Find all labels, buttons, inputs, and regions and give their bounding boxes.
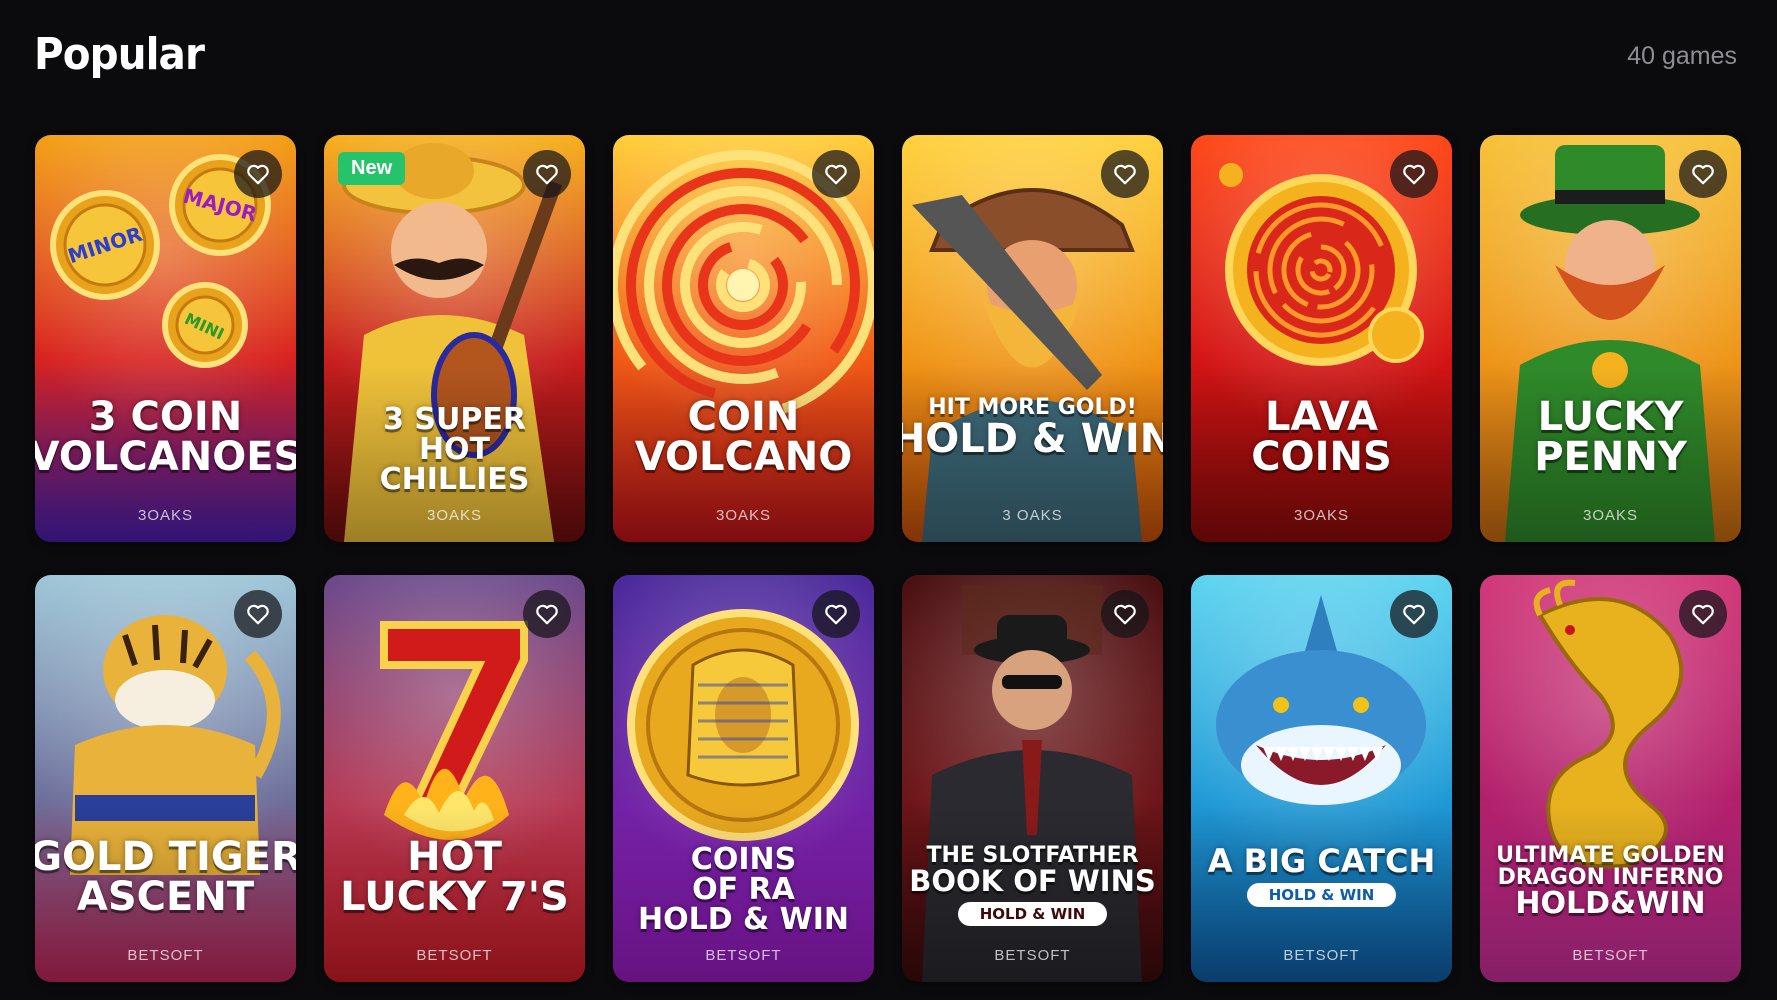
favorite-button[interactable] bbox=[1390, 150, 1438, 198]
game-title: ULTIMATE GOLDEN DRAGON INFERNO HOLD&WIN bbox=[1480, 845, 1741, 919]
game-provider: BETSOFT bbox=[1572, 947, 1649, 964]
game-card[interactable]: LAVA COINS 3OAKS bbox=[1191, 135, 1452, 542]
game-card[interactable]: HIT MORE GOLD! HOLD & WIN 3 OAKS bbox=[902, 135, 1163, 542]
game-title: THE SLOTFATHER BOOK OF WINS HOLD & WIN bbox=[902, 845, 1163, 926]
favorite-button[interactable] bbox=[234, 150, 282, 198]
game-card[interactable]: THE SLOTFATHER BOOK OF WINS HOLD & WIN BETS… bbox=[902, 575, 1163, 982]
heart-icon bbox=[1692, 164, 1714, 185]
game-provider: BETSOFT bbox=[1283, 947, 1360, 964]
games-grid: MINOR MAJOR MINI 3 COIN VOLCANOES 3OAKS New 3 S… bbox=[35, 135, 1741, 982]
heart-icon bbox=[247, 604, 269, 625]
game-title-line: LUCKY bbox=[1537, 394, 1684, 440]
heart-icon bbox=[1403, 604, 1425, 625]
game-title-line: VOLCANO bbox=[634, 434, 853, 480]
popular-games-page: Popular 40 games MINOR MAJOR MINI 3 COIN VOL… bbox=[0, 0, 1777, 1000]
heart-icon bbox=[1114, 604, 1136, 625]
favorite-button[interactable] bbox=[1679, 590, 1727, 638]
game-card[interactable]: GOLD TIGER ASCENT BETSOFT bbox=[35, 575, 296, 982]
game-title-line: LAVA bbox=[1265, 394, 1378, 440]
game-title: HIT MORE GOLD! HOLD & WIN bbox=[902, 397, 1163, 462]
section-title: Popular bbox=[34, 28, 205, 80]
favorite-button[interactable] bbox=[1101, 150, 1149, 198]
game-provider: 3 OAKS bbox=[1002, 507, 1063, 524]
favorite-button[interactable] bbox=[812, 150, 860, 198]
hold-and-win-pill: HOLD & WIN bbox=[957, 902, 1108, 926]
game-provider: 3OAKS bbox=[1582, 507, 1639, 524]
game-provider: 3OAKS bbox=[1293, 507, 1350, 524]
game-title: COIN VOLCANO bbox=[613, 397, 874, 477]
game-title-line: HOLD & WIN bbox=[902, 416, 1163, 462]
game-title-line: 3 SUPER bbox=[383, 402, 526, 437]
game-title: 3 COIN VOLCANOES bbox=[35, 397, 296, 477]
game-card[interactable]: LUCKY PENNY 3OAKS bbox=[1480, 135, 1741, 542]
favorite-button[interactable] bbox=[812, 590, 860, 638]
game-title: A BIG CATCH HOLD & WIN bbox=[1191, 845, 1452, 907]
favorite-button[interactable] bbox=[1101, 590, 1149, 638]
heart-icon bbox=[247, 164, 269, 185]
favorite-button[interactable] bbox=[1390, 590, 1438, 638]
game-title-line: 3 COIN bbox=[88, 394, 243, 440]
game-card[interactable]: New 3 SUPER HOT CHILLIES 3OAKS bbox=[324, 135, 585, 542]
heart-icon bbox=[1114, 164, 1136, 185]
game-title-line: ULTIMATE GOLDEN bbox=[1496, 843, 1725, 868]
game-provider: 3OAKS bbox=[137, 507, 194, 524]
game-title: GOLD TIGER ASCENT bbox=[35, 837, 296, 917]
game-card[interactable]: HOT LUCKY 7'S BETSOFT bbox=[324, 575, 585, 982]
game-title-line: HOT bbox=[418, 432, 491, 467]
new-badge: New bbox=[338, 152, 406, 185]
game-title: LUCKY PENNY bbox=[1480, 397, 1741, 477]
game-title-line: HOT bbox=[407, 834, 502, 880]
game-title-line: GOLD TIGER bbox=[35, 834, 296, 880]
hold-and-win-pill: HOLD & WIN bbox=[1246, 883, 1397, 907]
heart-icon bbox=[1692, 604, 1714, 625]
game-title: 3 SUPER HOT CHILLIES bbox=[324, 405, 585, 495]
jackpot-medallion: MINI bbox=[162, 282, 248, 368]
section-header: Popular 40 games bbox=[34, 24, 1737, 84]
game-card[interactable]: ULTIMATE GOLDEN DRAGON INFERNO HOLD&WIN BET… bbox=[1480, 575, 1741, 982]
heart-icon bbox=[536, 164, 558, 185]
game-title-line: BOOK OF WINS bbox=[909, 864, 1156, 898]
jackpot-medallion: MINOR bbox=[50, 190, 160, 300]
game-title-line: VOLCANOES bbox=[35, 434, 296, 480]
game-title-line: COIN bbox=[687, 394, 800, 440]
game-provider: BETSOFT bbox=[994, 947, 1071, 964]
heart-icon bbox=[1403, 164, 1425, 185]
favorite-button[interactable] bbox=[523, 150, 571, 198]
game-title-line: COINS bbox=[1251, 434, 1392, 480]
game-provider: 3OAKS bbox=[426, 507, 483, 524]
game-title: LAVA COINS bbox=[1191, 397, 1452, 477]
game-title: COINS OF RA HOLD & WIN bbox=[613, 845, 874, 935]
game-title: HOT LUCKY 7'S bbox=[324, 837, 585, 917]
game-card[interactable]: MINOR MAJOR MINI 3 COIN VOLCANOES 3OAKS bbox=[35, 135, 296, 542]
game-title-line: LUCKY 7'S bbox=[340, 874, 569, 920]
game-title-line: HOLD & WIN bbox=[637, 902, 850, 937]
heart-icon bbox=[825, 164, 847, 185]
game-title-line: A BIG CATCH bbox=[1207, 842, 1436, 880]
game-provider: BETSOFT bbox=[127, 947, 204, 964]
game-card[interactable]: A BIG CATCH HOLD & WIN BETSOFT bbox=[1191, 575, 1452, 982]
favorite-button[interactable] bbox=[523, 590, 571, 638]
game-card[interactable]: COIN VOLCANO 3OAKS bbox=[613, 135, 874, 542]
game-title-line: PENNY bbox=[1534, 434, 1687, 480]
game-provider: BETSOFT bbox=[416, 947, 493, 964]
game-provider: 3OAKS bbox=[715, 507, 772, 524]
game-title-line: HOLD&WIN bbox=[1515, 886, 1706, 921]
game-title-line: COINS bbox=[690, 842, 797, 877]
game-provider: BETSOFT bbox=[705, 947, 782, 964]
game-card[interactable]: COINS OF RA HOLD & WIN BETSOFT bbox=[613, 575, 874, 982]
heart-icon bbox=[536, 604, 558, 625]
favorite-button[interactable] bbox=[234, 590, 282, 638]
game-title-line: OF RA bbox=[692, 872, 795, 907]
game-title-line: CHILLIES bbox=[379, 462, 530, 497]
game-title-line: ASCENT bbox=[76, 874, 255, 920]
favorite-button[interactable] bbox=[1679, 150, 1727, 198]
heart-icon bbox=[825, 604, 847, 625]
games-count: 40 games bbox=[1627, 41, 1737, 70]
